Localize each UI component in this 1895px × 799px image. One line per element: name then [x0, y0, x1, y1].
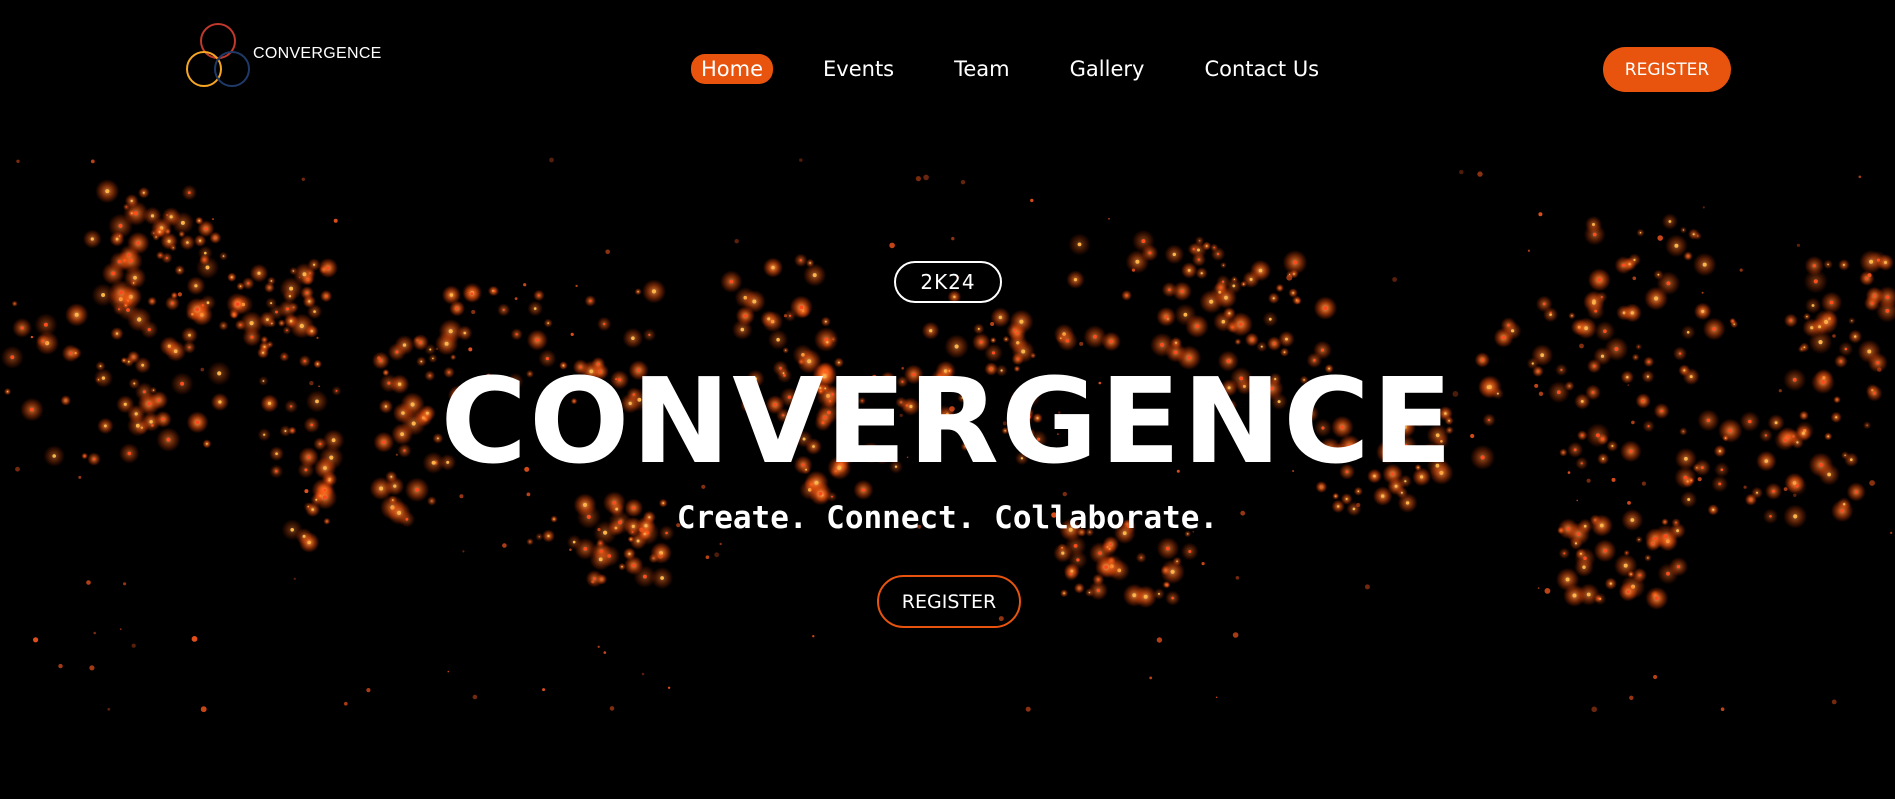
year-badge: 2K24: [894, 261, 1002, 303]
hero-tagline: Create. Connect. Collaborate.: [676, 500, 1219, 536]
hero-title: CONVERGENCE: [440, 352, 1455, 490]
hero-register-button[interactable]: REGISTER: [877, 575, 1021, 628]
hero-section: 2K24 CONVERGENCE Create. Connect. Collab…: [0, 0, 1895, 799]
